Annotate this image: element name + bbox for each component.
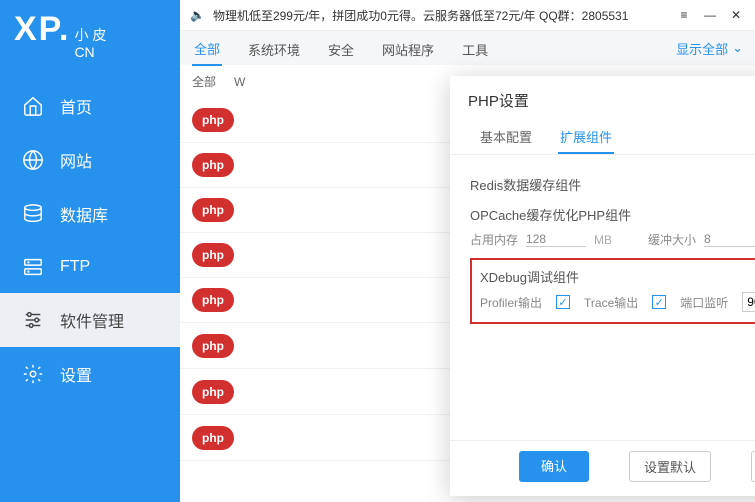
home-icon (22, 95, 44, 117)
buf-input[interactable] (704, 232, 755, 247)
nav-label: 网站 (60, 148, 92, 172)
nav-site[interactable]: 网站 (0, 133, 180, 187)
nav-software[interactable]: 软件管理 (0, 293, 180, 347)
php-badge: php (192, 426, 234, 450)
announcement: 物理机低至299元/年，拼团成功0元得。云服务器低至72元/年 QQ群：2805… (213, 7, 628, 24)
modal-title: PHP设置 (450, 76, 755, 117)
sidebar: XP. 小 皮CN 首页 网站 数据库 FTP 软件管理 (0, 0, 180, 502)
php-badge: php (192, 380, 234, 404)
topbar: 🔈 物理机低至299元/年，拼团成功0元得。云服务器低至72元/年 QQ群：28… (180, 0, 755, 31)
gear-icon (22, 363, 44, 385)
trace-checkbox[interactable]: ✓ (652, 295, 666, 309)
php-badge: php (192, 153, 234, 177)
nav-label: 数据库 (60, 202, 108, 226)
main: 🔈 物理机低至299元/年，拼团成功0元得。云服务器低至72元/年 QQ群：28… (180, 0, 755, 502)
mem-unit: MB (594, 233, 612, 247)
nav-label: 设置 (60, 362, 92, 386)
php-badge: php (192, 108, 234, 132)
nav-settings[interactable]: 设置 (0, 347, 180, 401)
opcache-label: OPCache缓存优化PHP组件 (470, 205, 631, 224)
globe-icon (22, 149, 44, 171)
set-default-button[interactable]: 设置默认 (629, 451, 711, 482)
nav-ftp[interactable]: FTP (0, 241, 180, 293)
profiler-label: Profiler输出 (480, 294, 542, 311)
modal-tabs: 基本配置 扩展组件 (450, 117, 755, 155)
show-all-link[interactable]: 显示全部 ⌄ (676, 39, 743, 58)
close-icon[interactable]: ✕ (727, 6, 745, 24)
chevron-down-icon: ⌄ (732, 40, 743, 56)
modal-body: Redis数据缓存组件 OFF OPCache缓存优化PHP组件 ON 占用内存… (450, 155, 755, 440)
sliders-icon (22, 309, 44, 331)
php-badge: php (192, 288, 234, 312)
confirm-button[interactable]: 确认 (519, 451, 589, 482)
menu-icon[interactable]: ≡ (675, 6, 693, 24)
database-icon (22, 203, 44, 225)
nav-label: FTP (60, 258, 90, 276)
modal-footer: 确认 设置默认 取消 (450, 440, 755, 496)
redis-label: Redis数据缓存组件 (470, 175, 581, 194)
nav-label: 首页 (60, 94, 92, 118)
sub-all[interactable]: 全部 (192, 73, 216, 90)
mem-input[interactable] (526, 232, 586, 247)
minimize-icon[interactable]: — (701, 6, 719, 24)
php-badge: php (192, 243, 234, 267)
speaker-icon: 🔈 (190, 8, 205, 22)
trace-label: Trace输出 (584, 294, 638, 311)
tab-extensions[interactable]: 扩展组件 (558, 121, 614, 154)
buf-label: 缓冲大小 (648, 231, 696, 248)
tab-basic[interactable]: 基本配置 (478, 121, 534, 154)
logo: XP. 小 皮CN (0, 0, 180, 69)
sub-w[interactable]: W (234, 75, 245, 89)
cat-tools[interactable]: 工具 (460, 32, 490, 65)
ftp-icon (22, 256, 44, 278)
nav-home[interactable]: 首页 (0, 79, 180, 133)
nav: 首页 网站 数据库 FTP 软件管理 设置 (0, 79, 180, 502)
cat-sysenv[interactable]: 系统环境 (246, 32, 302, 65)
php-settings-modal: PHP设置 基本配置 扩展组件 Redis数据缓存组件 OFF OPCache缓… (450, 76, 755, 496)
port-input[interactable] (742, 292, 755, 312)
port-label: 端口监听 (680, 294, 728, 311)
cat-webapp[interactable]: 网站程序 (380, 32, 436, 65)
cat-all[interactable]: 全部 (192, 31, 222, 66)
cat-security[interactable]: 安全 (326, 32, 356, 65)
xdebug-label: XDebug调试组件 (480, 267, 579, 286)
category-tabs: 全部 系统环境 安全 网站程序 工具 显示全部 ⌄ (180, 31, 755, 65)
php-badge: php (192, 198, 234, 222)
mem-label: 占用内存 (470, 231, 518, 248)
cancel-button[interactable]: 取消 (751, 451, 755, 482)
php-badge: php (192, 334, 234, 358)
nav-db[interactable]: 数据库 (0, 187, 180, 241)
nav-label: 软件管理 (60, 308, 124, 332)
profiler-checkbox[interactable]: ✓ (556, 295, 570, 309)
xdebug-section: XDebug调试组件 ON Profiler输出 ✓ Trace输出 ✓ 端口监… (470, 258, 755, 324)
